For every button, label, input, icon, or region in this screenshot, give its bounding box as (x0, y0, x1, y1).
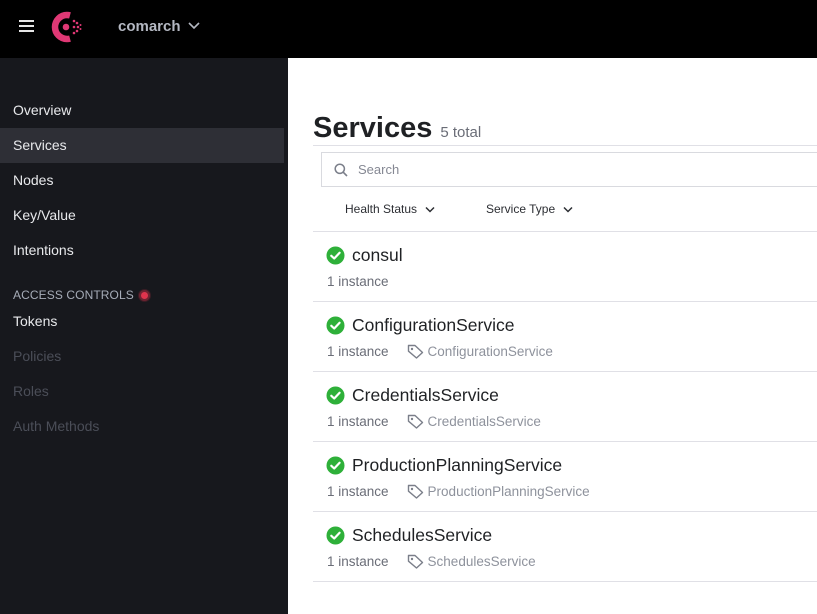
service-row[interactable]: ConfigurationService 1 instance Configur… (313, 302, 817, 372)
service-tag: ConfigurationService (407, 344, 553, 359)
health-check-passing-icon (326, 386, 345, 405)
service-row[interactable]: ProductionPlanningService 1 instance Pro… (313, 442, 817, 512)
tag-icon (407, 484, 423, 499)
service-row[interactable]: consul 1 instance (313, 232, 817, 302)
service-name[interactable]: consul (352, 245, 403, 266)
service-name[interactable]: SchedulesService (352, 525, 492, 546)
health-check-passing-icon (326, 316, 345, 335)
tag-label: CredentialsService (427, 414, 541, 429)
access-controls-heading: ACCESS CONTROLS (13, 288, 150, 302)
sidebar-item-tokens[interactable]: Tokens (0, 304, 284, 339)
top-navigation-bar: comarch (0, 0, 817, 58)
service-name[interactable]: CredentialsService (352, 385, 499, 406)
sidebar-item-key-value[interactable]: Key/Value (0, 198, 284, 233)
health-status-label: Health Status (345, 202, 418, 216)
hamburger-icon[interactable] (19, 20, 34, 33)
access-controls-label: ACCESS CONTROLS (13, 288, 134, 302)
acl-status-dot-icon (138, 289, 150, 301)
sidebar-item-services[interactable]: Services (0, 128, 284, 163)
sidebar-item-roles: Roles (13, 383, 49, 399)
service-type-filter[interactable]: Service Type (486, 202, 573, 216)
service-tag: SchedulesService (407, 554, 536, 569)
tag-icon (407, 414, 423, 429)
service-tag: CredentialsService (407, 414, 541, 429)
consul-logo[interactable] (51, 11, 85, 43)
services-total-count: 5 total (440, 124, 482, 141)
instance-count: 1 instance (327, 554, 389, 569)
main-content: Services 5 total Health Status Service T… (288, 58, 817, 614)
chevron-down-icon (563, 206, 573, 213)
datacenter-label: comarch (118, 18, 181, 35)
chevron-down-icon (187, 21, 200, 29)
service-type-label: Service Type (486, 202, 556, 216)
health-check-passing-icon (326, 456, 345, 475)
sidebar-item-intentions[interactable]: Intentions (0, 233, 284, 268)
tag-label: ProductionPlanningService (427, 484, 590, 499)
page-header: Services 5 total (313, 112, 481, 145)
instance-count: 1 instance (327, 274, 389, 289)
sidebar: Overview Services Nodes Key/Value Intent… (0, 58, 288, 614)
services-list: consul 1 instance ConfigurationService 1… (313, 231, 817, 582)
service-name[interactable]: ConfigurationService (352, 315, 514, 336)
instance-count: 1 instance (327, 344, 389, 359)
sidebar-item-overview[interactable]: Overview (0, 93, 284, 128)
tag-icon (407, 554, 423, 569)
tag-label: SchedulesService (427, 554, 536, 569)
health-status-filter[interactable]: Health Status (345, 202, 435, 216)
tag-label: ConfigurationService (427, 344, 553, 359)
sidebar-item-nodes[interactable]: Nodes (0, 163, 284, 198)
sidebar-item-policies: Policies (13, 348, 62, 364)
page-title: Services (313, 112, 433, 144)
service-tag: ProductionPlanningService (407, 484, 590, 499)
health-check-passing-icon (326, 526, 345, 545)
sidebar-item-auth-methods: Auth Methods (13, 418, 100, 434)
chevron-down-icon (425, 206, 435, 213)
search-input[interactable] (358, 162, 758, 177)
health-check-passing-icon (326, 246, 345, 265)
search-bar[interactable] (321, 152, 817, 187)
search-icon (334, 162, 348, 177)
service-name[interactable]: ProductionPlanningService (352, 455, 562, 476)
tag-icon (407, 344, 423, 359)
datacenter-dropdown[interactable]: comarch (118, 18, 200, 35)
instance-count: 1 instance (327, 484, 389, 499)
service-row[interactable]: SchedulesService 1 instance SchedulesSer… (313, 512, 817, 582)
instance-count: 1 instance (327, 414, 389, 429)
service-row[interactable]: CredentialsService 1 instance Credential… (313, 372, 817, 442)
header-divider (313, 145, 817, 146)
